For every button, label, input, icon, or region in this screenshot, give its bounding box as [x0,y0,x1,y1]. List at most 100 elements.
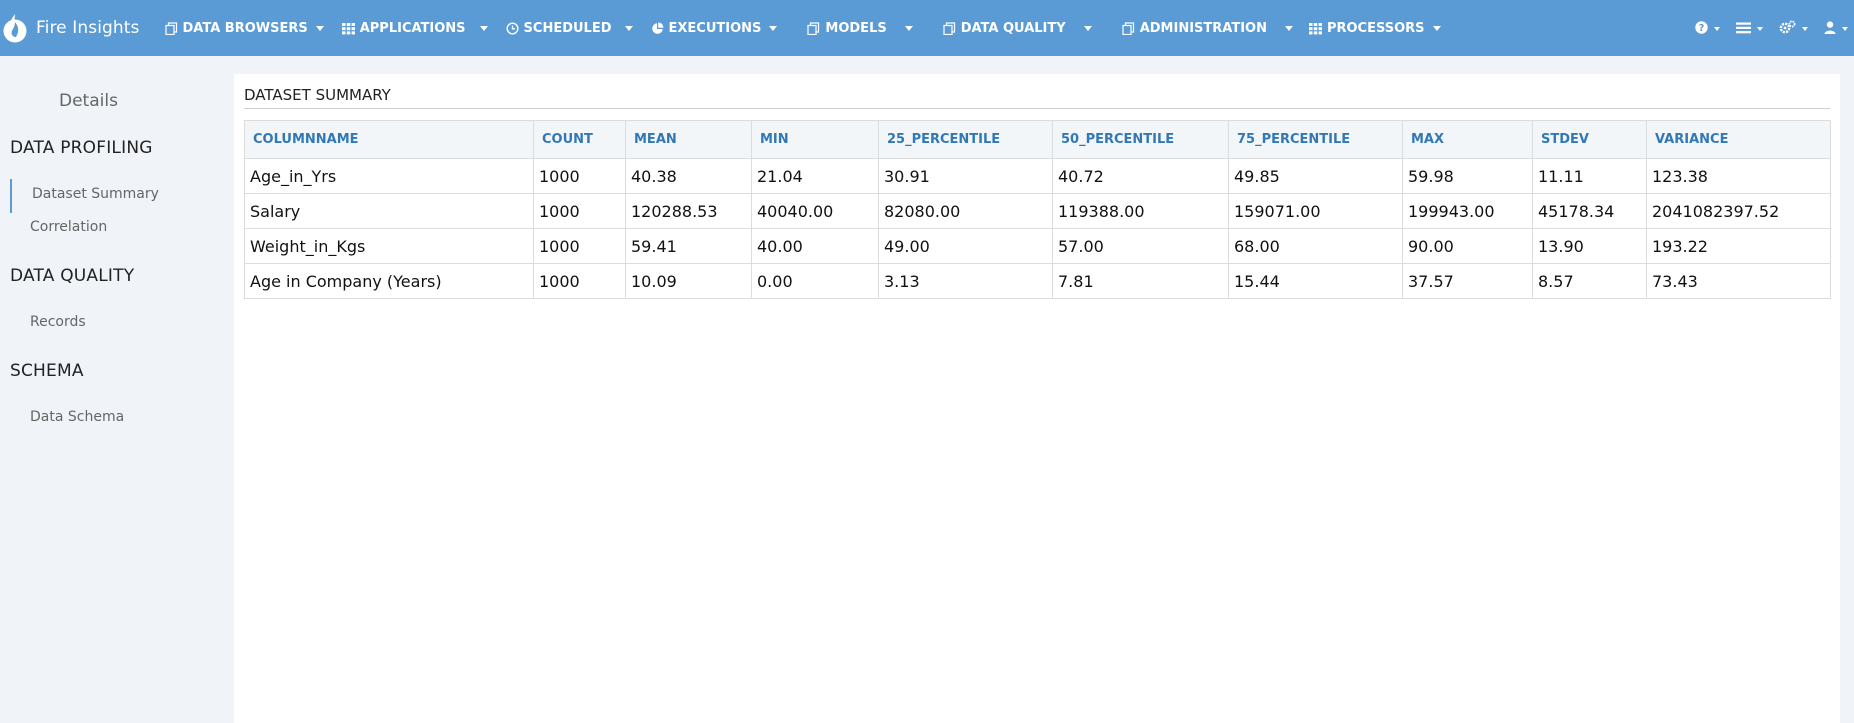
column-header[interactable]: COUNT [533,120,626,159]
table-cell: 45178.34 [1532,193,1647,229]
table-cell: 59.98 [1402,158,1533,194]
table-cell: 1000 [533,263,626,299]
nav-data-browsers[interactable]: DATA BROWSERS [164,0,324,56]
table-cell: 57.00 [1052,228,1229,264]
column-header[interactable]: 25_PERCENTILE [878,120,1053,159]
nav-label: SCHEDULED [523,20,612,36]
table-cell: 30.91 [878,158,1053,194]
table-cell: 123.38 [1646,158,1831,194]
nav-label: PROCESSORS [1326,20,1425,36]
table-cell: 49.85 [1228,158,1403,194]
column-header[interactable]: STDEV [1532,120,1647,159]
user-icon [1824,19,1836,38]
grid-icon [1308,22,1322,35]
table-cell: 0.00 [751,263,879,299]
table-cell: 11.11 [1532,158,1647,194]
nav-applications[interactable]: APPLICATIONS [341,0,488,56]
sidebar-section-schema: SCHEMA [10,361,84,381]
user-menu[interactable] [1824,0,1848,56]
table-cell: 40.72 [1052,158,1229,194]
list-icon [1736,19,1751,38]
table-cell: 7.81 [1052,263,1229,299]
column-header[interactable]: COLUMNNAME [244,120,534,159]
table-cell: 1000 [533,193,626,229]
table-cell: 1000 [533,158,626,194]
table-cell: 40.38 [625,158,752,194]
table-cell: 2041082397.52 [1646,193,1831,229]
table-cell: 59.41 [625,228,752,264]
sidebar-section-data-profiling: DATA PROFILING [10,138,153,158]
active-indicator [10,179,12,213]
table-cell: Salary [244,193,534,229]
caret-down-icon [1757,26,1763,31]
table-cell: Weight_in_Kgs [244,228,534,264]
table-cell: 37.57 [1402,263,1533,299]
sidebar-section-data-quality: DATA QUALITY [10,266,135,286]
table-cell: 119388.00 [1052,193,1229,229]
column-header[interactable]: MIN [751,120,879,159]
table-row: Weight_in_Kgs 1000 59.41 40.00 49.00 57.… [244,228,1831,264]
sidebar-title: Details [59,91,118,111]
nav-data-quality[interactable]: DATA QUALITY [943,0,1092,56]
table-row: Age_in_Yrs 1000 40.38 21.04 30.91 40.72 … [244,158,1831,194]
nav-label: ADMINISTRATION [1139,20,1267,36]
caret-down-icon [624,26,633,31]
nav-models[interactable]: MODELS [807,0,913,56]
copy-icon [164,21,178,35]
sidebar-item-dataset-summary[interactable]: Dataset Summary [32,186,159,202]
help-icon: ? [1695,19,1708,38]
nav-processors[interactable]: PROCESSORS [1308,0,1441,56]
table-row: Salary 1000 120288.53 40040.00 82080.00 … [244,193,1831,229]
dataset-summary-table: COLUMNNAME COUNT MEAN MIN 25_PERCENTILE … [244,120,1831,299]
copy-icon [807,21,820,35]
table-cell: 21.04 [751,158,879,194]
table-cell: 90.00 [1402,228,1533,264]
caret-down-icon [1284,26,1293,31]
table-cell: 82080.00 [878,193,1053,229]
list-menu[interactable] [1736,0,1763,56]
table-row: Age in Company (Years) 1000 10.09 0.00 3… [244,263,1831,299]
brand[interactable]: Fire Insights [0,0,140,56]
sidebar-item-records[interactable]: Records [30,314,86,330]
table-cell: Age_in_Yrs [244,158,534,194]
column-header[interactable]: MEAN [625,120,752,159]
nav-scheduled[interactable]: SCHEDULED [506,0,633,56]
table-cell: 159071.00 [1228,193,1403,229]
clock-icon [506,21,519,35]
main-nav: DATA BROWSERS APPLICATIONS SCHEDULED EXE… [164,0,1441,56]
caret-down-icon [769,26,778,31]
caret-down-icon [315,26,324,31]
table-cell: 8.57 [1532,263,1647,299]
nav-executions[interactable]: EXECUTIONS [651,0,778,56]
table-cell: 73.43 [1646,263,1831,299]
table-cell: 40040.00 [751,193,879,229]
nav-label: DATA BROWSERS [182,20,308,36]
help-menu[interactable]: ? [1695,0,1720,56]
table-cell: 13.90 [1532,228,1647,264]
caret-down-icon [479,26,488,31]
table-header-row: COLUMNNAME COUNT MEAN MIN 25_PERCENTILE … [244,120,1831,159]
page-title: DATASET SUMMARY [244,86,391,104]
table-cell: 199943.00 [1402,193,1533,229]
nav-label: EXECUTIONS [668,20,762,36]
table-cell: 40.00 [751,228,879,264]
table-cell: 68.00 [1228,228,1403,264]
caret-down-icon [1714,26,1720,31]
table-cell: 10.09 [625,263,752,299]
svg-text:?: ? [1699,23,1705,34]
table-cell: Age in Company (Years) [244,263,534,299]
nav-label: APPLICATIONS [359,20,466,36]
sidebar-item-data-schema[interactable]: Data Schema [30,409,124,425]
copy-icon [1122,21,1135,35]
column-header[interactable]: MAX [1402,120,1533,159]
top-navbar: Fire Insights DATA BROWSERS APPLICATIONS… [0,0,1854,56]
column-header[interactable]: VARIANCE [1646,120,1831,159]
sidebar-item-correlation[interactable]: Correlation [30,219,107,235]
copy-icon [943,21,956,35]
settings-menu[interactable] [1779,0,1808,56]
column-header[interactable]: 75_PERCENTILE [1228,120,1403,159]
column-header[interactable]: 50_PERCENTILE [1052,120,1229,159]
table-cell: 49.00 [878,228,1053,264]
nav-administration[interactable]: ADMINISTRATION [1122,0,1293,56]
grid-icon [341,22,355,35]
